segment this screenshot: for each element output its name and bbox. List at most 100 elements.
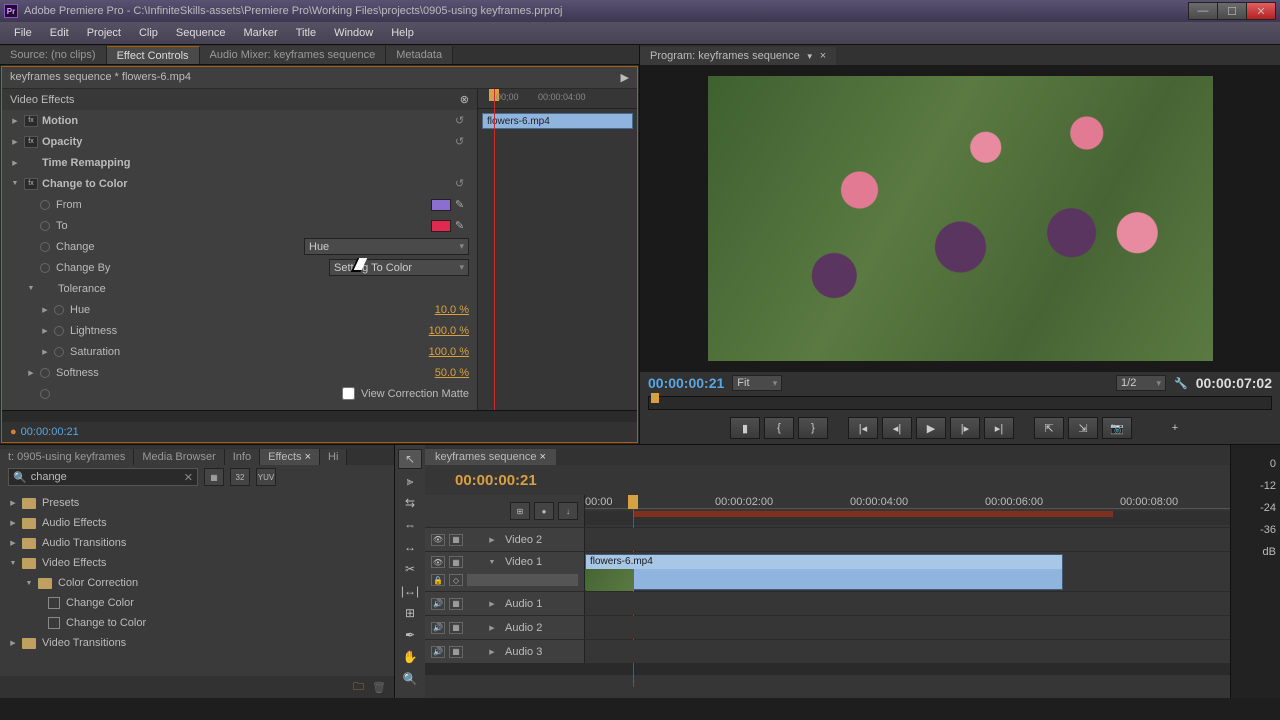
effect-motion[interactable]: fx Motion ↺ bbox=[2, 110, 477, 131]
close-button[interactable]: ✕ bbox=[1246, 2, 1276, 20]
delete-icon[interactable]: 🗑 bbox=[372, 681, 386, 694]
hand-tool[interactable]: ✋ bbox=[398, 647, 422, 667]
mute-icon[interactable]: 🔊 bbox=[431, 598, 445, 610]
tree-audio-effects[interactable]: Audio Effects bbox=[0, 513, 394, 533]
selection-tool[interactable]: ↖ bbox=[398, 449, 422, 469]
snap-icon[interactable]: ⊞ bbox=[510, 502, 530, 520]
set-in-button[interactable]: { bbox=[764, 417, 794, 439]
timeline-playhead[interactable] bbox=[628, 495, 638, 509]
lock-icon[interactable]: 🔒 bbox=[431, 574, 445, 586]
tab-audio-mixer[interactable]: Audio Mixer: keyframes sequence bbox=[200, 46, 387, 64]
lightness-value[interactable]: 100.0 % bbox=[429, 325, 469, 337]
change-by-dropdown[interactable]: Setting To Color bbox=[329, 259, 469, 276]
tab-metadata[interactable]: Metadata bbox=[386, 46, 453, 64]
reset-icon[interactable]: ↺ bbox=[455, 114, 469, 128]
tab-source[interactable]: Source: (no clips) bbox=[0, 46, 107, 64]
saturation-value[interactable]: 100.0 % bbox=[429, 346, 469, 358]
step-back-button[interactable]: ◂| bbox=[882, 417, 912, 439]
ec-mini-timeline[interactable]: 00;00 00:00:04:00 flowers-6.mp4 bbox=[477, 89, 637, 410]
program-monitor[interactable] bbox=[640, 65, 1280, 372]
tab-history[interactable]: Hi bbox=[320, 449, 347, 465]
settings-icon[interactable]: ↓ bbox=[558, 502, 578, 520]
ec-clip-bar[interactable]: flowers-6.mp4 bbox=[482, 113, 633, 129]
fit-dropdown[interactable]: Fit bbox=[732, 375, 782, 391]
softness-value[interactable]: 50.0 % bbox=[435, 367, 469, 379]
tree-change-color[interactable]: Change Color bbox=[0, 593, 394, 613]
menu-help[interactable]: Help bbox=[383, 25, 422, 41]
effect-change-to-color[interactable]: fx Change to Color ↺ bbox=[2, 173, 477, 194]
timeline-timecode[interactable]: 00:00:00:21 bbox=[455, 472, 537, 489]
tree-audio-transitions[interactable]: Audio Transitions bbox=[0, 533, 394, 553]
extract-button[interactable]: ⇲ bbox=[1068, 417, 1098, 439]
minimize-button[interactable]: — bbox=[1188, 2, 1218, 20]
program-timecode-left[interactable]: 00:00:00:21 bbox=[648, 375, 724, 391]
to-color-swatch[interactable] bbox=[431, 220, 451, 232]
view-matte-checkbox[interactable] bbox=[342, 387, 355, 400]
tree-video-effects[interactable]: Video Effects bbox=[0, 553, 394, 573]
rolling-edit-tool[interactable]: ⇔ bbox=[398, 515, 422, 535]
param-tolerance[interactable]: Tolerance bbox=[2, 278, 477, 299]
goto-in-button[interactable]: |◂ bbox=[848, 417, 878, 439]
menu-window[interactable]: Window bbox=[326, 25, 381, 41]
fx-filter-32bit-icon[interactable]: 32 bbox=[230, 468, 250, 486]
rate-stretch-tool[interactable]: ↔ bbox=[398, 537, 422, 557]
twirl-icon[interactable] bbox=[10, 116, 20, 126]
tab-media-browser[interactable]: Media Browser bbox=[134, 449, 224, 465]
tab-sequence[interactable]: keyframes sequence × bbox=[425, 449, 556, 465]
mark-in-button[interactable]: ▮ bbox=[730, 417, 760, 439]
menu-edit[interactable]: Edit bbox=[42, 25, 77, 41]
work-area-bar[interactable] bbox=[633, 511, 1113, 517]
menu-marker[interactable]: Marker bbox=[235, 25, 285, 41]
menu-file[interactable]: File bbox=[6, 25, 40, 41]
tree-video-transitions[interactable]: Video Transitions bbox=[0, 633, 394, 653]
slide-tool[interactable]: ⊞ bbox=[398, 603, 422, 623]
fx-filter-yuv-icon[interactable]: YUV bbox=[256, 468, 276, 486]
slip-tool[interactable]: |↔| bbox=[398, 581, 422, 601]
tab-project[interactable]: t: 0905-using keyframes bbox=[0, 449, 134, 465]
maximize-button[interactable]: ☐ bbox=[1217, 2, 1247, 20]
new-bin-icon[interactable]: 🗀 bbox=[353, 678, 364, 697]
step-fwd-button[interactable]: |▸ bbox=[950, 417, 980, 439]
add-button-icon[interactable]: + bbox=[1160, 417, 1190, 439]
program-scrub-bar[interactable] bbox=[648, 396, 1272, 410]
keyframe-icon[interactable]: ◇ bbox=[449, 574, 463, 586]
pen-tool[interactable]: ✒ bbox=[398, 625, 422, 645]
playhead-icon[interactable] bbox=[651, 393, 659, 403]
ec-h-scrollbar[interactable] bbox=[2, 410, 637, 422]
track-select-tool[interactable]: ⫸ bbox=[398, 471, 422, 491]
change-dropdown[interactable]: Hue bbox=[304, 238, 469, 255]
goto-out-button[interactable]: ▸| bbox=[984, 417, 1014, 439]
fx-filter-accel-icon[interactable]: ▦ bbox=[204, 468, 224, 486]
timeline-ruler[interactable]: 00:00 00:00:02:00 00:00:04:00 00:00:06:0… bbox=[585, 495, 1230, 527]
eyedropper-icon[interactable]: ✎ bbox=[455, 219, 469, 233]
ripple-edit-tool[interactable]: ⇆ bbox=[398, 493, 422, 513]
timeline-clip[interactable]: flowers-6.mp4 bbox=[585, 554, 1063, 590]
tree-color-correction[interactable]: Color Correction bbox=[0, 573, 394, 593]
tab-effects[interactable]: Effects × bbox=[260, 449, 320, 465]
ec-timecode[interactable]: 00:00:00:21 bbox=[21, 426, 79, 438]
play-button[interactable]: ▶ bbox=[916, 417, 946, 439]
razor-tool[interactable]: ✂ bbox=[398, 559, 422, 579]
tree-presets[interactable]: Presets bbox=[0, 493, 394, 513]
menu-project[interactable]: Project bbox=[79, 25, 129, 41]
tab-info[interactable]: Info bbox=[225, 449, 260, 465]
toggle-track-output-icon[interactable]: 👁 bbox=[431, 534, 445, 546]
zoom-dropdown[interactable]: 1/2 bbox=[1116, 375, 1166, 391]
marker-icon[interactable]: ● bbox=[534, 502, 554, 520]
lift-button[interactable]: ⇱ bbox=[1034, 417, 1064, 439]
tab-effect-controls[interactable]: Effect Controls bbox=[107, 46, 200, 64]
from-color-swatch[interactable] bbox=[431, 199, 451, 211]
eyedropper-icon[interactable]: ✎ bbox=[455, 198, 469, 212]
wrench-icon[interactable]: 🔧 bbox=[1174, 377, 1188, 390]
tree-change-to-color[interactable]: Change to Color bbox=[0, 613, 394, 633]
menu-clip[interactable]: Clip bbox=[131, 25, 166, 41]
menu-sequence[interactable]: Sequence bbox=[168, 25, 234, 41]
set-out-button[interactable]: } bbox=[798, 417, 828, 439]
stopwatch-icon[interactable] bbox=[40, 200, 50, 210]
effect-opacity[interactable]: fx Opacity ↺ bbox=[2, 131, 477, 152]
timeline-h-scrollbar[interactable] bbox=[425, 663, 1230, 675]
effect-time-remapping[interactable]: Time Remapping bbox=[2, 152, 477, 173]
menu-title[interactable]: Title bbox=[288, 25, 324, 41]
clear-search-icon[interactable]: ✕ bbox=[184, 471, 193, 484]
export-frame-button[interactable]: 📷 bbox=[1102, 417, 1132, 439]
